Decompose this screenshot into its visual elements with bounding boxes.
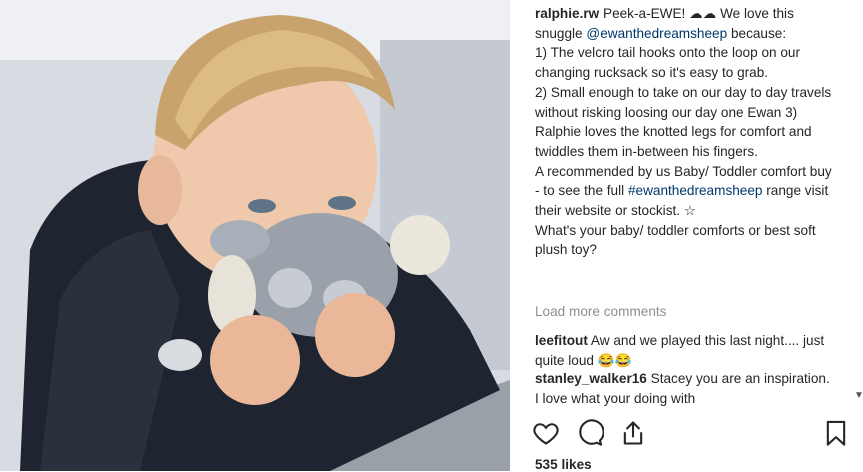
boy-with-sheep-toy-image [0, 0, 510, 471]
post-actions-bar [532, 419, 852, 449]
scroll-down-arrow-icon[interactable]: ▼ [854, 390, 863, 401]
caption-point-1: 1) The velcro tail hooks onto the loop o… [535, 45, 800, 81]
caption-question: What's your baby/ toddler comforts or be… [535, 222, 816, 258]
comment-username[interactable]: leefitout [535, 333, 588, 348]
share-icon[interactable] [619, 419, 649, 449]
comment: stanley_walker16 Stacey you are an inspi… [535, 369, 835, 408]
comment: leefitout Aw and we played this last nig… [535, 331, 835, 370]
caption-after-mention: because: [727, 25, 787, 41]
caption-username[interactable]: ralphie.rw [535, 6, 599, 21]
bookmark-icon[interactable] [822, 419, 852, 449]
likes-count[interactable]: 535 likes [535, 457, 592, 472]
comment-username[interactable]: stanley_walker16 [535, 371, 647, 386]
comment-icon[interactable] [576, 419, 606, 449]
hashtag-link[interactable]: #ewanthedreamsheep [628, 183, 763, 198]
load-more-comments-link[interactable]: Load more comments [535, 304, 666, 319]
post-detail-panel: ralphie.rw Peek-a-EWE! ☁☁ We love this s… [510, 0, 863, 472]
mention-link[interactable]: @ewanthedreamsheep [586, 26, 727, 41]
caption-point-2: 2) Small enough to take on our day to da… [535, 84, 832, 159]
post-caption: ralphie.rw Peek-a-EWE! ☁☁ We love this s… [535, 4, 835, 260]
heart-icon[interactable] [532, 419, 562, 449]
post-photo [0, 0, 510, 471]
